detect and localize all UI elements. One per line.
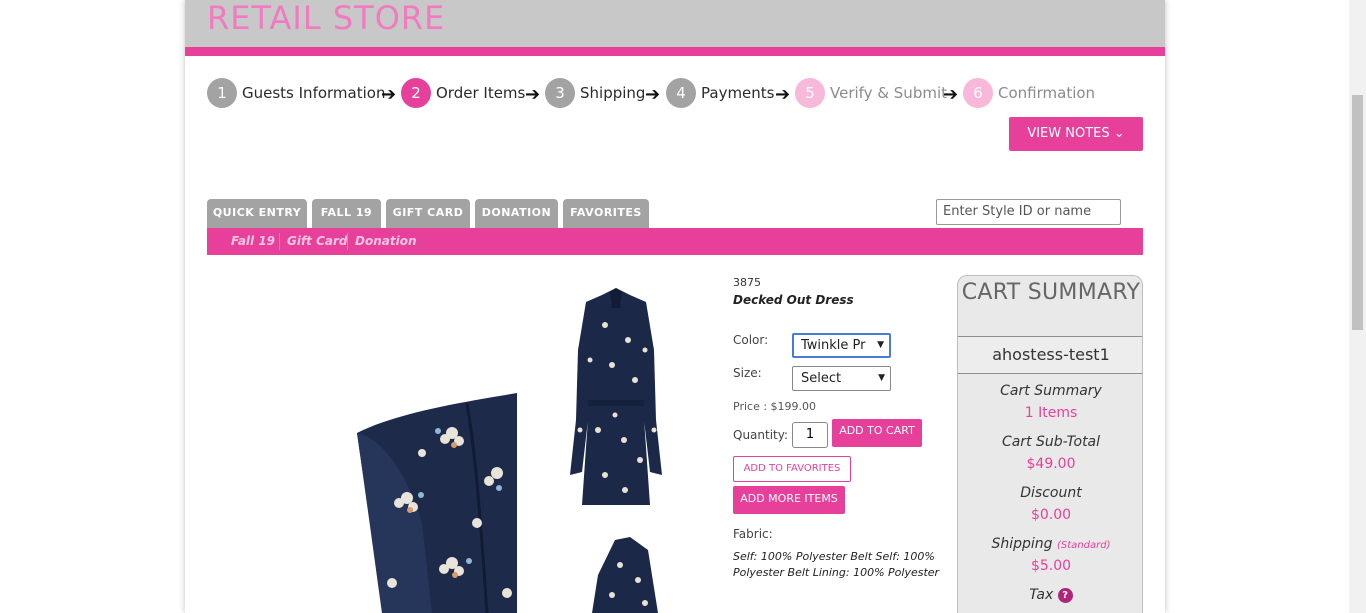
size-label: Size: [733, 366, 762, 380]
dropdown-caret-icon: ▼ [877, 340, 884, 350]
cart-summary-title: CART SUMMARY [961, 280, 1141, 305]
step-number: 4 [666, 78, 696, 108]
subnav-fall-19[interactable]: Fall 19 [231, 233, 275, 249]
step-number: 3 [545, 78, 575, 108]
step-label: Shipping [580, 84, 646, 102]
add-to-cart-button[interactable]: ADD TO CART [832, 419, 922, 447]
style-id: 3875 [733, 276, 761, 289]
discount-label: Discount [1020, 485, 1082, 501]
arrow-right-icon: ➔ [381, 84, 397, 105]
arrow-right-icon: ➔ [645, 84, 661, 105]
product-thumbnail-side[interactable] [570, 535, 680, 613]
fabric-description: Self: 100% Polyester Belt Self: 100% Pol… [733, 550, 940, 579]
cart-summary-panel: CART SUMMARY ahostess-test1 Cart Summary… [957, 275, 1143, 613]
help-icon[interactable]: ? [1057, 587, 1073, 603]
dropdown-caret-icon: ▼ [878, 373, 885, 383]
tab-quick-entry[interactable]: QUICK ENTRY [207, 199, 307, 228]
add-more-items-button[interactable]: ADD MORE ITEMS [733, 486, 845, 514]
step-number: 2 [401, 78, 431, 108]
step-label: Verify & Submit [830, 84, 947, 102]
page-scrollbar[interactable] [1349, 0, 1366, 613]
step-payments[interactable]: 4 Payments [666, 78, 774, 108]
step-number: 1 [207, 78, 237, 108]
arrow-right-icon: ➔ [775, 84, 791, 105]
tab-fall-19[interactable]: FALL 19 [312, 199, 381, 228]
tax-label-row: Tax ? [958, 587, 1142, 603]
shipping-label-row: Shipping (Standard) [958, 536, 1142, 552]
style-search-input[interactable]: Enter Style ID or name [936, 199, 1121, 225]
color-select-value: Twinkle Pr [801, 338, 866, 353]
quantity-input[interactable]: 1 [792, 422, 828, 448]
product-price: Price : $199.00 [733, 400, 817, 413]
product-thumbnail-back[interactable] [550, 280, 685, 520]
arrow-right-icon: ➔ [943, 84, 959, 105]
shipping-method-note: (Standard) [1057, 540, 1111, 551]
product-name: Decked Out Dress [733, 293, 854, 307]
subnav-gift-card[interactable]: Gift Card [287, 233, 348, 249]
step-label: Confirmation [998, 84, 1096, 102]
page-container: RETAIL STORE 1 Guests Information ➔ 2 Or… [185, 0, 1165, 613]
cart-user-name: ahostess-test1 [958, 337, 1142, 373]
brand-title: RETAIL STORE [207, 0, 446, 37]
chevron-down-icon: ⌄ [1113, 126, 1125, 141]
header-accent-bar [185, 47, 1165, 56]
step-number: 5 [795, 78, 825, 108]
step-shipping[interactable]: 3 Shipping [545, 78, 645, 108]
subnav-divider [347, 233, 348, 250]
fabric-label: Fabric: [733, 527, 773, 541]
discount-value: $0.00 [1030, 507, 1072, 523]
product-main-image[interactable] [207, 263, 517, 613]
divider [958, 373, 1142, 374]
header-bar: RETAIL STORE [185, 0, 1165, 47]
step-confirmation[interactable]: 6 Confirmation [963, 78, 1095, 108]
cart-subtotal-value: $49.00 [1026, 456, 1076, 472]
tab-gift-card[interactable]: GIFT CARD [386, 199, 470, 228]
cart-summary-label: Cart Summary [1000, 383, 1102, 399]
add-to-favorites-button[interactable]: ADD TO FAVORITES [733, 456, 851, 482]
step-verify-submit[interactable]: 5 Verify & Submit [795, 78, 947, 108]
scrollbar-thumb[interactable] [1352, 95, 1363, 330]
step-order-items[interactable]: 2 Order Items [401, 78, 525, 108]
color-select[interactable]: Twinkle Pr ▼ [792, 333, 891, 358]
step-number: 6 [963, 78, 993, 108]
subnav-donation[interactable]: Donation [355, 233, 416, 249]
view-notes-button[interactable]: VIEW NOTES ⌄ [1009, 117, 1143, 151]
tab-donation[interactable]: DONATION [475, 199, 558, 228]
size-select-value: Select [801, 371, 842, 386]
cart-items-link[interactable]: 1 Items [958, 405, 1142, 421]
shipping-label: Shipping [991, 536, 1053, 552]
step-label: Order Items [436, 84, 526, 102]
cart-subtotal-label: Cart Sub-Total [1001, 434, 1101, 450]
tax-label: Tax [1029, 587, 1054, 603]
subnav-divider [279, 233, 280, 250]
view-notes-label: VIEW NOTES [1027, 126, 1110, 141]
step-label: Guests Information [242, 84, 386, 102]
quantity-label: Quantity: [733, 428, 789, 442]
color-label: Color: [733, 333, 769, 347]
size-select[interactable]: Select ▼ [792, 366, 891, 391]
tab-favorites[interactable]: FAVORITES [563, 199, 649, 228]
step-label: Payments [701, 84, 775, 102]
arrow-right-icon: ➔ [525, 84, 541, 105]
shipping-value: $5.00 [1030, 558, 1072, 574]
step-guests-information[interactable]: 1 Guests Information [207, 78, 385, 108]
sub-navigation: Fall 19 Gift Card Donation [207, 228, 1143, 255]
